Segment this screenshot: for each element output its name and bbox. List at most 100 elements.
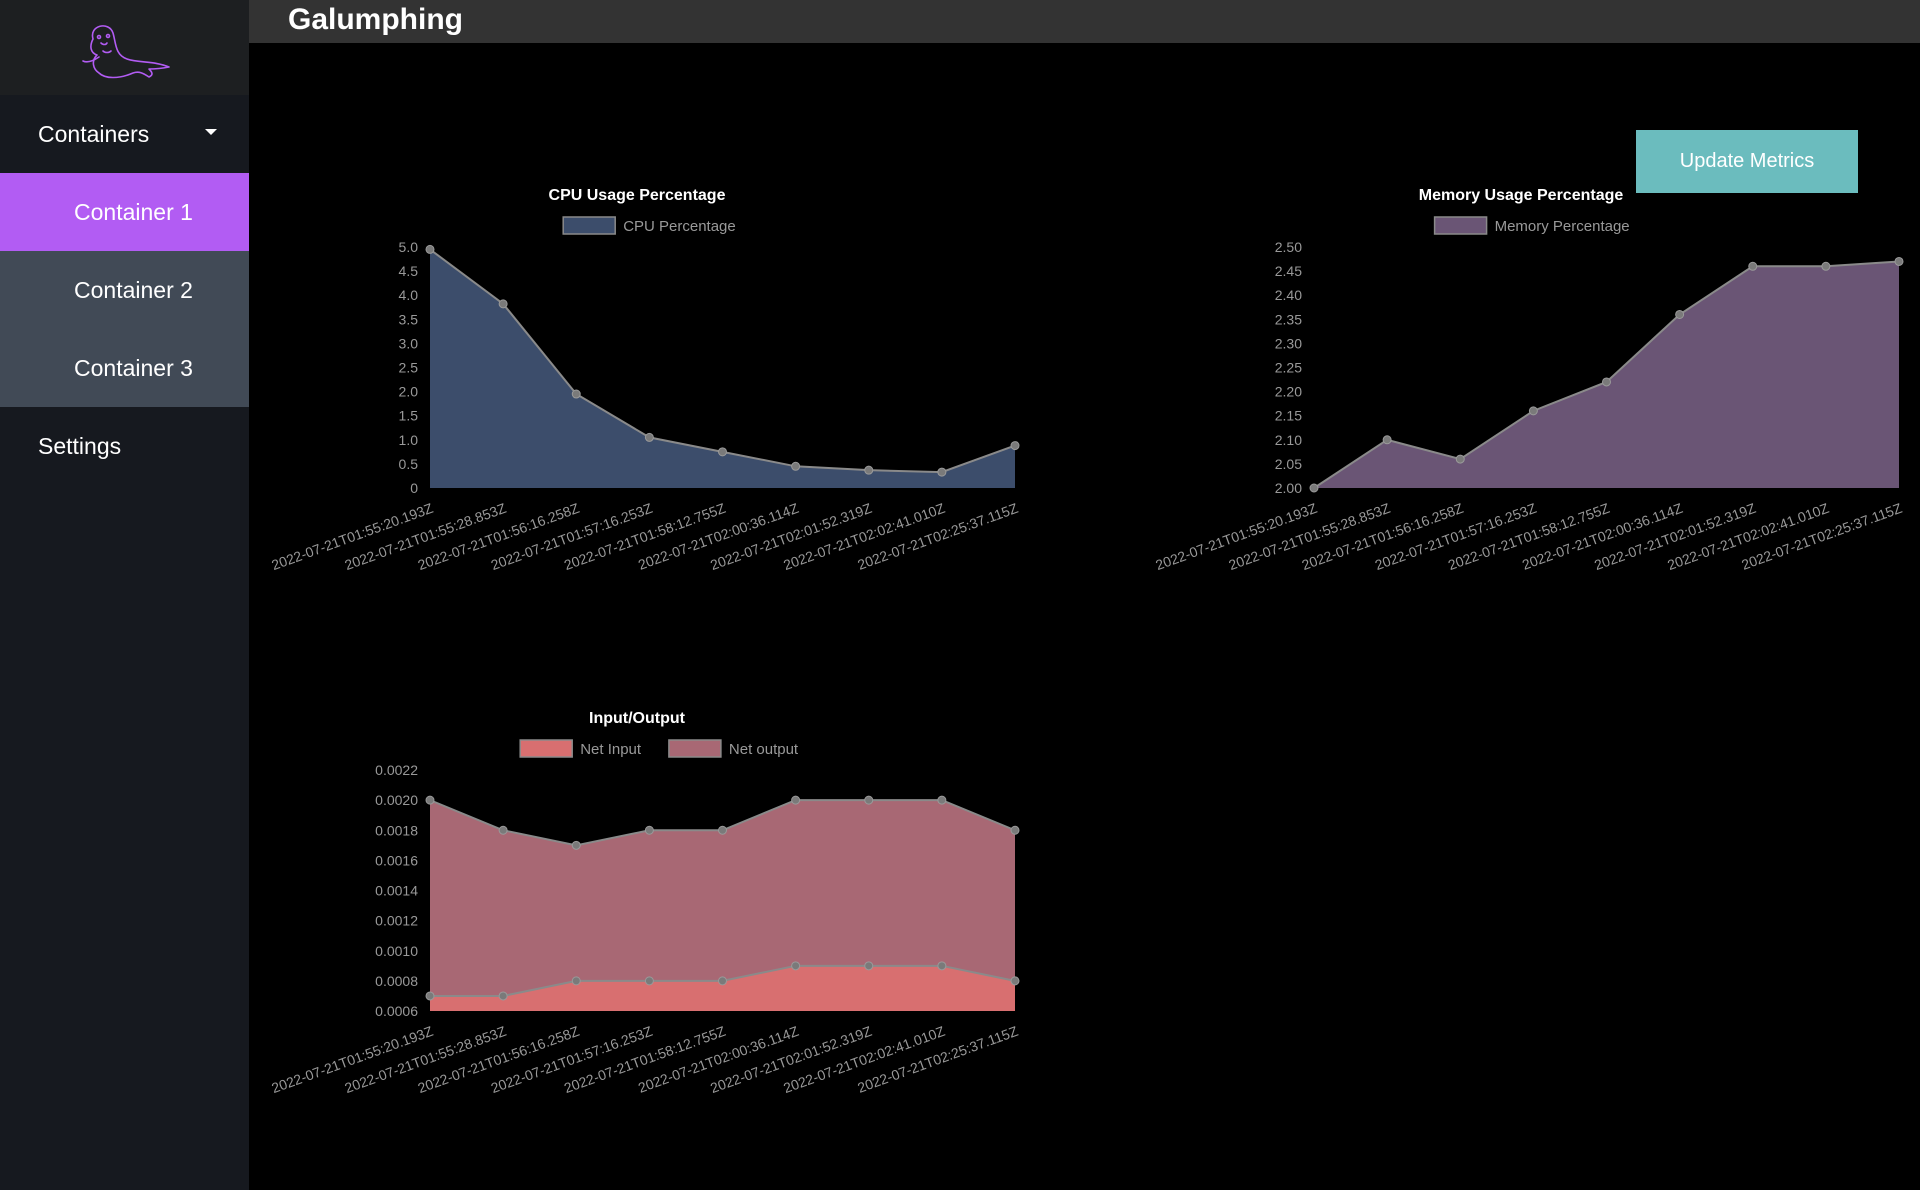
data-point (644, 825, 654, 835)
y-tick-label: 0.0018 (375, 822, 418, 838)
y-axis: 0.0022 0.0020 0.0018 0.0016 0.0014 0.0012 0.00… (375, 762, 418, 1019)
x-axis: 2022-07-21T01:55:20.193Z2022-07-21T01:55… (269, 500, 1020, 573)
y-tick-label: 2.5 (399, 360, 419, 376)
sidebar-item-label: Containers (38, 120, 150, 147)
data-point (718, 976, 727, 986)
data-point (1010, 441, 1020, 451)
x-axis: 2022-07-21T01:55:20.193Z2022-07-21T01:55… (269, 1023, 1020, 1096)
data-point (571, 840, 581, 850)
y-tick-label: 2.05 (1275, 456, 1302, 472)
y-tick-label: 2.10 (1275, 432, 1302, 448)
data-point (498, 825, 508, 835)
y-tick-label: 2.35 (1275, 311, 1302, 327)
y-tick-label: 0.0010 (375, 943, 418, 959)
y-tick-label: 3.5 (399, 311, 419, 327)
caret-down-icon[interactable] (205, 129, 217, 135)
legend-label: Memory Percentage (1495, 218, 1630, 235)
y-tick-label: 0.0012 (375, 913, 418, 929)
area-fill (1314, 261, 1899, 488)
sidebar-item-label: Container 1 (74, 198, 193, 225)
y-tick-label: 0.0006 (375, 1003, 418, 1019)
chart-title: Input/Output (589, 710, 686, 727)
data-point (1675, 309, 1685, 319)
y-tick-label: 0.0014 (375, 883, 418, 899)
sidebar-item-settings[interactable]: Settings (0, 407, 249, 485)
data-point (425, 795, 435, 805)
y-axis: 5.0 4.5 4.0 3.5 3.0 2.5 2.0 1.5 1.0 0.5 0 (399, 239, 419, 496)
data-point (864, 961, 874, 971)
data-point (1382, 435, 1392, 445)
data-point (1894, 256, 1904, 266)
y-tick-label: 2.00 (1275, 480, 1302, 496)
y-tick-label: 2.25 (1275, 360, 1302, 376)
chart-title: Memory Usage Percentage (1419, 187, 1624, 204)
data-point (864, 795, 874, 805)
y-tick-label: 5.0 (399, 239, 419, 255)
data-point (498, 991, 508, 1001)
data-point (498, 299, 508, 309)
legend-swatch (1433, 216, 1488, 235)
data-point (1821, 261, 1831, 271)
chart-legend: Memory Percentage (1433, 216, 1630, 235)
y-axis: 2.50 2.45 2.40 2.35 2.30 2.25 2.20 2.15 2.10 2.05… (1275, 239, 1302, 496)
memory-usage-chart: Memory Usage Percentage Memory Percentage… (1153, 187, 1904, 573)
y-tick-label: 2.20 (1275, 384, 1302, 400)
data-point (1010, 976, 1020, 986)
data-point (937, 961, 947, 971)
chart-legend: CPU Percentage (562, 216, 736, 235)
data-point (571, 976, 581, 986)
legend-label: CPU Percentage (623, 218, 736, 235)
data-point (791, 795, 801, 805)
y-tick-label: 2.40 (1275, 287, 1302, 303)
y-tick-label: 2.0 (399, 384, 419, 400)
sidebar-item-container-1[interactable]: Container 1 (0, 173, 249, 251)
data-point (1309, 483, 1319, 493)
y-tick-label: 0 (410, 480, 418, 496)
y-tick-label: 0.0020 (375, 792, 418, 808)
data-point (1602, 377, 1611, 387)
sidebar-item-container-3[interactable]: Container 3 (0, 329, 249, 407)
input-output-chart: Input/OutputNet Input Net output0.00220.0… (269, 710, 1020, 1096)
cpu-usage-chart: CPU Usage Percentage CPU Percentage 5.0 4.5… (269, 187, 1020, 573)
x-axis: 2022-07-21T01:55:20.193Z2022-07-21T01:55… (1153, 500, 1904, 573)
data-point (718, 447, 727, 457)
y-tick-label: 1.5 (399, 408, 419, 424)
sidebar-item-label: Container 3 (74, 354, 193, 381)
sidebar-item-container-2[interactable]: Container 2 (0, 251, 249, 329)
data-point (937, 467, 947, 477)
legend-label: Net Input (580, 741, 642, 758)
y-tick-label: 0.0016 (375, 852, 418, 868)
legend-swatch (519, 739, 573, 758)
data-point (425, 991, 435, 1001)
data-point (644, 432, 654, 442)
legend-swatch (668, 739, 722, 758)
y-tick-label: 0.0022 (375, 762, 418, 778)
top-header: Galumphing (249, 0, 1920, 43)
legend-label: Net output (729, 741, 799, 758)
data-point (1748, 261, 1758, 271)
data-point (1528, 406, 1538, 416)
y-tick-label: 1.0 (399, 432, 419, 448)
y-tick-label: 2.15 (1275, 408, 1302, 424)
sidebar-item-label: Settings (38, 432, 122, 459)
legend-swatch (562, 216, 616, 235)
sidebar-item-containers[interactable]: Containers (0, 95, 249, 173)
seal-logo-icon (81, 24, 170, 78)
data-point (425, 244, 435, 254)
y-tick-label: 2.30 (1275, 335, 1302, 351)
app-title: Galumphing (288, 3, 463, 36)
data-point (644, 976, 654, 986)
y-tick-label: 0.0008 (375, 973, 418, 989)
y-tick-label: 3.0 (399, 335, 419, 351)
data-point (1010, 825, 1020, 835)
app-logo (0, 0, 249, 95)
data-point (937, 795, 947, 805)
chart-title: CPU Usage Percentage (549, 187, 726, 204)
chart-legend: Net Input Net output (519, 739, 799, 758)
data-point (718, 825, 727, 835)
data-point (791, 461, 801, 471)
data-point (571, 389, 581, 399)
y-tick-label: 0.5 (399, 456, 419, 472)
data-point (864, 465, 874, 475)
data-point (791, 961, 801, 971)
